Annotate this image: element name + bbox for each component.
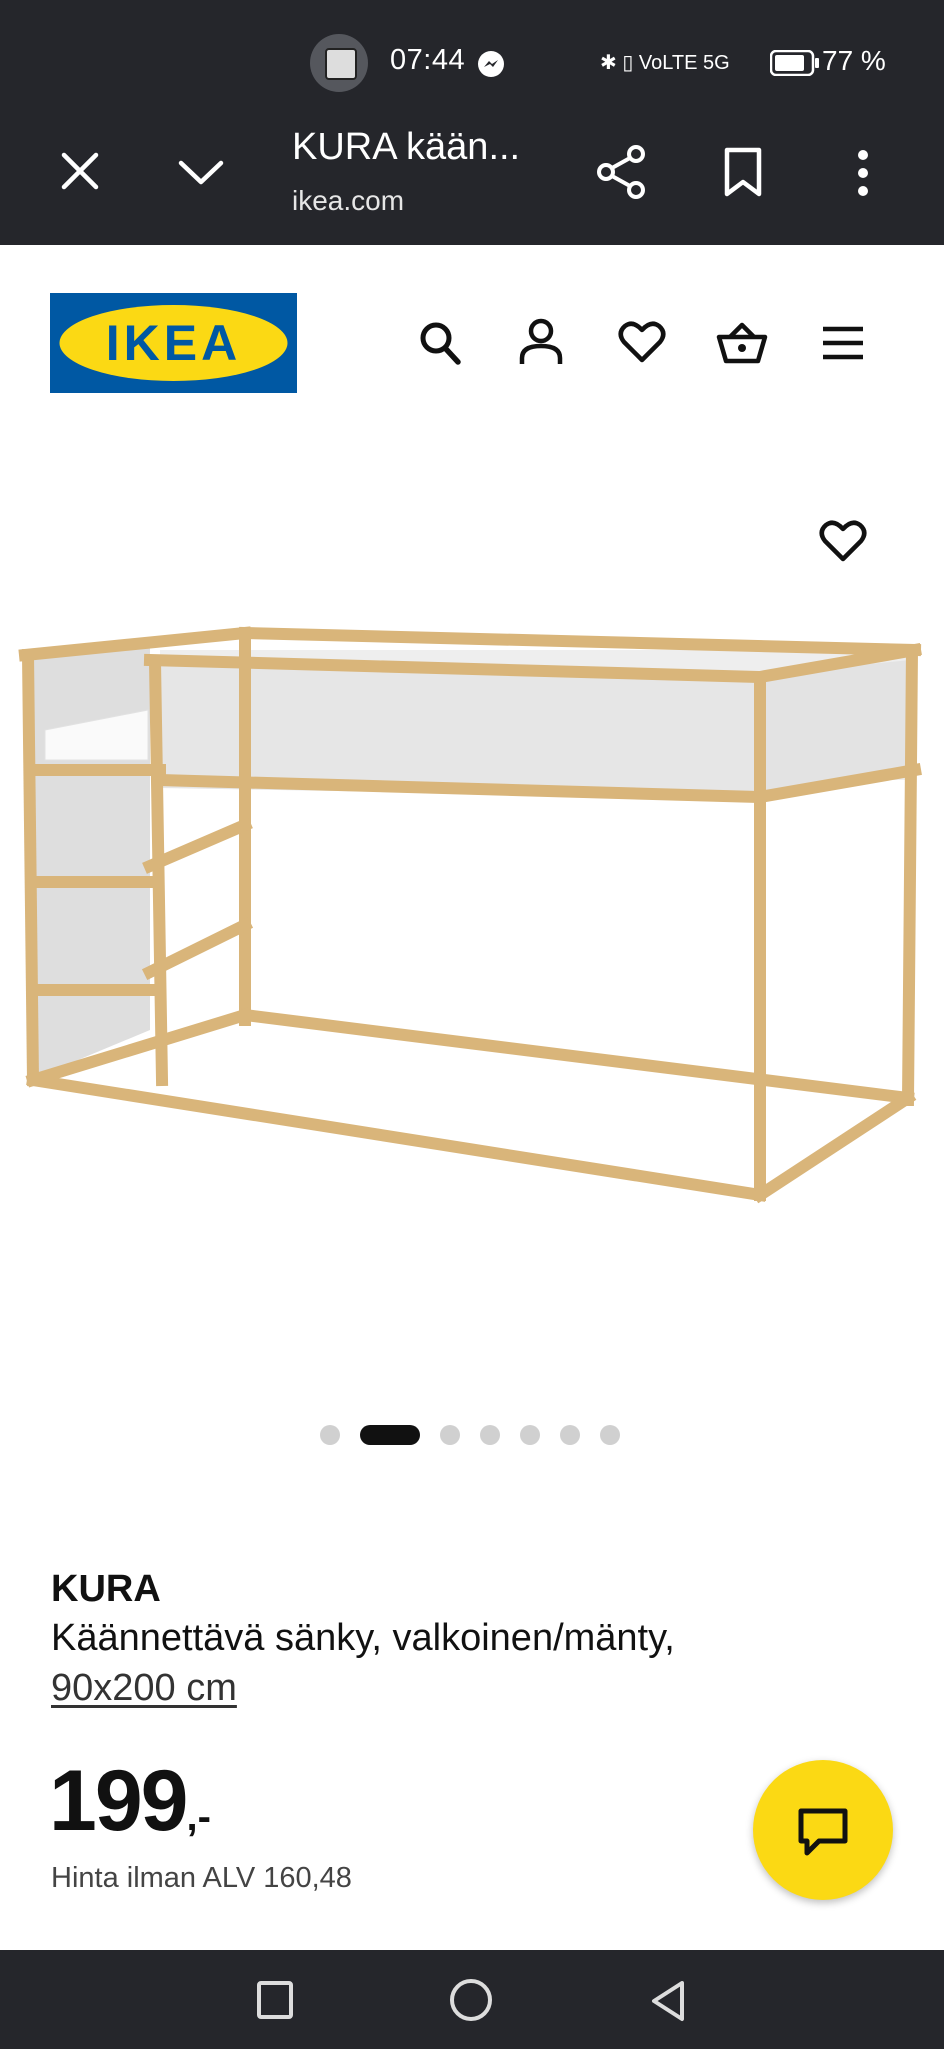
product-description: Käännettävä sänky, valkoinen/mänty, [51,1617,675,1659]
product-price: 199,- [49,1752,211,1851]
ikea-logo[interactable]: IKEA [50,293,297,393]
back-icon[interactable] [648,1979,688,2023]
notification-avatar-icon [310,34,368,92]
status-time: 07:44 [390,44,466,76]
browser-header: 07:44 ✱ ▯ VoLTE 5G 77 % KURA kään... ike… [0,0,944,245]
share-icon[interactable] [596,144,648,200]
battery-percent: 77 % [822,45,886,76]
menu-icon[interactable] [821,326,865,360]
product-name: KURA [51,1568,161,1610]
product-size-link[interactable]: 90x200 cm [51,1667,237,1710]
messenger-icon [478,51,504,77]
gallery-dot[interactable] [600,1425,620,1445]
logo-graphic: IKEA [59,305,288,381]
more-vert-icon[interactable] [853,149,873,197]
gallery-dot[interactable] [560,1425,580,1445]
product-image[interactable] [0,620,944,1220]
close-icon[interactable] [60,151,100,191]
chat-button[interactable] [753,1760,893,1900]
battery-icon [770,50,819,76]
price-value: 199 [49,1753,188,1849]
tab-url[interactable]: ikea.com [292,185,404,217]
gallery-dot[interactable] [320,1425,340,1445]
home-icon[interactable] [449,1978,493,2022]
network-status: ✱ ▯ VoLTE 5G [600,52,730,74]
basket-icon[interactable] [716,319,768,365]
favorite-heart-icon[interactable] [819,519,867,563]
heart-icon[interactable] [618,320,666,364]
gallery-dot[interactable] [520,1425,540,1445]
bookmark-icon[interactable] [723,146,763,198]
gallery-dot-active[interactable] [360,1425,420,1445]
gallery-pagination[interactable] [0,1425,944,1445]
gallery-dot[interactable] [440,1425,460,1445]
account-icon[interactable] [519,318,563,366]
recents-icon[interactable] [256,1980,294,2020]
chat-icon [798,1808,848,1856]
gallery-dot[interactable] [480,1425,500,1445]
chevron-down-icon[interactable] [177,157,225,187]
system-navigation-bar [0,1950,944,2049]
tab-title[interactable]: KURA kään... [292,126,520,169]
price-suffix: ,- [186,1795,211,1839]
search-icon[interactable] [418,320,462,366]
logo-text: IKEA [106,315,241,371]
price-without-vat: Hinta ilman ALV 160,48 [51,1862,352,1894]
